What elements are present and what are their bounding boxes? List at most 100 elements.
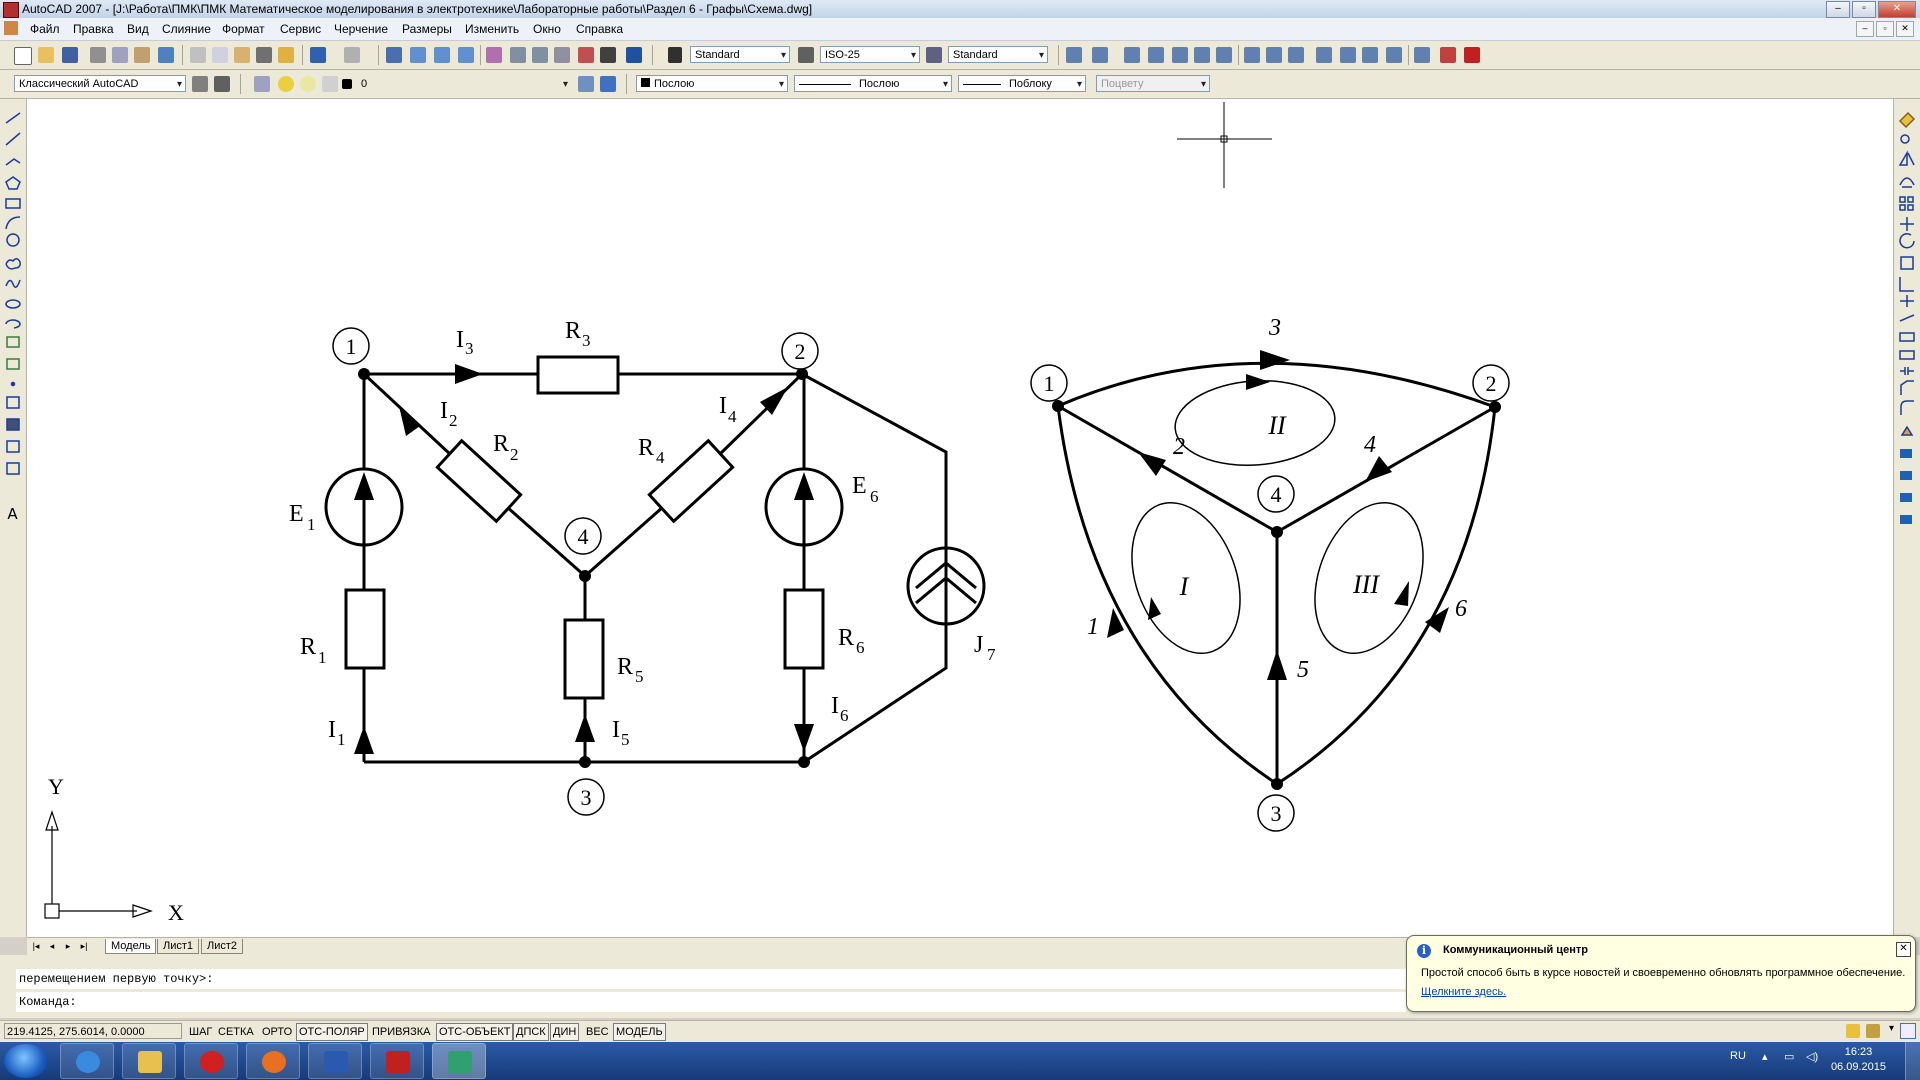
open-icon[interactable] (38, 47, 54, 63)
status-osnap[interactable]: ПРИВЯЗКА (369, 1023, 433, 1041)
network-icon[interactable]: ▭ (1784, 1050, 1794, 1063)
pan-icon[interactable] (386, 47, 402, 63)
system-clock[interactable]: 16:23 06.09.2015 (1831, 1045, 1886, 1075)
zoom-previous-icon[interactable] (458, 47, 474, 63)
layer-select[interactable]: 0 (356, 75, 572, 92)
block-editor-icon[interactable] (278, 47, 294, 63)
status-ducs[interactable]: ДПСК (513, 1023, 549, 1041)
properties-icon[interactable] (486, 47, 502, 63)
dim-style-icon[interactable] (798, 47, 814, 63)
tab-model[interactable]: Модель (105, 939, 157, 954)
snap-settings-icon[interactable] (1464, 47, 1480, 63)
taskbar-opera[interactable] (184, 1043, 238, 1079)
menu-window[interactable]: Окно (533, 22, 561, 36)
menu-view[interactable]: Вид (127, 22, 149, 36)
snap-extension-icon[interactable] (1216, 47, 1232, 63)
table-style-icon[interactable] (926, 47, 942, 63)
status-otrack[interactable]: ОТС-ОБЪЕКТ (436, 1023, 514, 1041)
snap-perpendicular-icon[interactable] (1316, 47, 1332, 63)
color-select[interactable]: Послою (636, 75, 788, 92)
save-workspace-icon[interactable] (214, 76, 230, 92)
minimize-button[interactable]: – (1826, 1, 1850, 18)
taskbar-pdf[interactable] (370, 1043, 424, 1079)
undo-icon[interactable] (310, 47, 326, 63)
command-input[interactable]: Команда: (16, 992, 1406, 1012)
volume-icon[interactable]: ◁) (1806, 1050, 1818, 1063)
snap-apparent-icon[interactable] (1194, 47, 1210, 63)
snap-insert-icon[interactable] (1362, 47, 1378, 63)
status-dyn[interactable]: ДИН (550, 1023, 580, 1041)
snap-none-icon[interactable] (1440, 47, 1456, 63)
snap-parallel-icon[interactable] (1340, 47, 1356, 63)
menu-draw[interactable]: Черчение (334, 22, 388, 36)
dim-linear-icon[interactable] (1066, 47, 1082, 63)
paste-icon[interactable] (234, 47, 250, 63)
doc-restore-button[interactable]: ▫ (1876, 21, 1894, 37)
autocad-app-icon[interactable] (3, 2, 19, 18)
help-icon[interactable] (626, 47, 642, 63)
match-properties-icon[interactable] (256, 47, 272, 63)
make-current-layer-icon[interactable] (578, 76, 594, 92)
layer-freeze-icon[interactable] (300, 76, 316, 92)
layer-lock-icon[interactable] (322, 76, 338, 92)
linetype-select[interactable]: Послою (794, 75, 952, 92)
tool-palettes-icon[interactable] (532, 47, 548, 63)
tray-arrow-icon[interactable]: ▴ (1762, 1050, 1768, 1063)
publish-icon[interactable] (134, 47, 150, 63)
cut-icon[interactable] (190, 47, 206, 63)
lineweight-select[interactable]: Поблоку (958, 75, 1086, 92)
menu-edit[interactable]: Правка (73, 22, 114, 36)
dim-style-select[interactable]: ISO-25 (820, 46, 920, 63)
redo-icon[interactable] (344, 47, 360, 63)
snap-center-icon[interactable] (1244, 47, 1260, 63)
snap-node-icon[interactable] (1386, 47, 1402, 63)
language-indicator[interactable]: RU (1730, 1050, 1746, 1062)
zoom-realtime-icon[interactable] (410, 47, 426, 63)
text-style-select[interactable]: Standard (690, 46, 790, 63)
last-tab-button[interactable]: ▸| (77, 940, 91, 953)
snap-intersection-icon[interactable] (1172, 47, 1188, 63)
clean-screen-icon[interactable] (1900, 1023, 1916, 1039)
layer-manager-icon[interactable] (254, 76, 270, 92)
text-style-icon[interactable] (668, 47, 682, 63)
taskbar-ie[interactable] (60, 1043, 114, 1079)
snap-quadrant-icon[interactable] (1266, 47, 1282, 63)
status-ortho[interactable]: ОРТО (259, 1023, 295, 1041)
prev-tab-button[interactable]: ◂ (45, 940, 59, 953)
design-center-icon[interactable] (510, 47, 526, 63)
taskbar-explorer[interactable] (122, 1043, 176, 1079)
status-lwt[interactable]: ВЕС (583, 1023, 612, 1041)
plot-preview-icon[interactable] (112, 47, 128, 63)
snap-nearest-icon[interactable] (1414, 47, 1430, 63)
balloon-link[interactable]: Щелкните здесь. (1421, 986, 1506, 998)
multiline-text-icon[interactable]: A (5, 507, 20, 522)
close-button[interactable]: ✕ (1878, 1, 1916, 18)
markup-icon[interactable] (578, 47, 594, 63)
menu-file[interactable]: Файл (30, 22, 60, 36)
status-snap[interactable]: ШАГ (186, 1023, 215, 1041)
workspace-select[interactable]: Классический AutoCAD (14, 75, 186, 92)
taskbar-autocad[interactable] (432, 1043, 486, 1079)
tab-sheet1[interactable]: Лист1 (157, 939, 200, 954)
doc-close-button[interactable]: ✕ (1896, 21, 1914, 37)
zoom-window-icon[interactable] (434, 47, 450, 63)
drawing-canvas[interactable]: 1 2 3 4 R 3 I 3 I 2 R 2 R 4 I 4 E 1 E 6 … (27, 99, 1893, 937)
menu-format[interactable]: Формат (222, 22, 265, 36)
menu-tools[interactable]: Сервис (280, 22, 321, 36)
table-style-select[interactable]: Standard (948, 46, 1048, 63)
layer-previous-icon[interactable] (600, 76, 616, 92)
status-polar[interactable]: ОТС-ПОЛЯР (296, 1023, 368, 1041)
tab-sheet2[interactable]: Лист2 (201, 939, 244, 954)
taskbar-word[interactable] (308, 1043, 362, 1079)
comm-center-icon[interactable] (1846, 1024, 1860, 1038)
coordinate-readout[interactable]: 219.4125, 275.6014, 0.0000 (4, 1023, 182, 1039)
status-menu-arrow-icon[interactable]: ▾ (1889, 1023, 1894, 1034)
dwf-icon[interactable] (158, 47, 174, 63)
maximize-button[interactable]: ▫ (1852, 1, 1876, 18)
status-model[interactable]: МОДЕЛЬ (613, 1023, 666, 1041)
first-tab-button[interactable]: |◂ (29, 940, 43, 953)
copy-icon[interactable] (212, 47, 228, 63)
calculator-icon[interactable] (600, 47, 616, 63)
status-grid[interactable]: СЕТКА (215, 1023, 257, 1041)
snap-tangent-icon[interactable] (1288, 47, 1304, 63)
